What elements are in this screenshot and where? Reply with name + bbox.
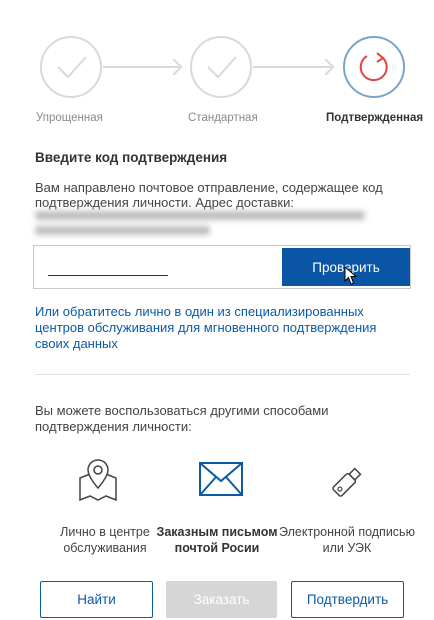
divider [35, 374, 410, 375]
envelope-icon[interactable] [198, 461, 244, 497]
service-center-link[interactable]: Или обратитесь лично в один из специализ… [35, 304, 405, 352]
find-button[interactable]: Найти [40, 581, 153, 618]
step-label-verified: Подтвержденная [326, 112, 424, 124]
verification-stepper: Упрощенная Стандартная Подтвержденная [0, 0, 434, 135]
code-input[interactable] [48, 254, 168, 276]
step-label-standard: Стандартная [188, 112, 258, 124]
method-label-registered-mail[interactable]: Заказным письмом почтой Росии [147, 524, 287, 556]
step-simplified-check-icon [40, 36, 102, 98]
mouse-cursor-icon [344, 266, 358, 285]
order-button[interactable]: Заказать [166, 581, 277, 618]
step-arrow-icon [103, 66, 179, 68]
step-label-simplified: Упрощенная [36, 112, 103, 124]
step-arrow-icon [253, 66, 331, 68]
step-verified-refresh-icon [343, 36, 405, 98]
usb-key-icon[interactable] [322, 458, 372, 506]
delivery-description: Вам направлено почтовое отправление, сод… [35, 180, 383, 210]
blurred-address [35, 209, 375, 237]
alternative-methods-text: Вы можете воспользоваться другими способ… [35, 403, 329, 434]
method-label-e-signature[interactable]: Электронной подписью или УЭК [277, 524, 417, 556]
confirm-button[interactable]: Подтвердить [291, 581, 404, 618]
section-title: Введите код подтверждения [35, 150, 228, 165]
step-standard-check-icon [190, 36, 252, 98]
map-pin-icon[interactable] [74, 458, 122, 506]
